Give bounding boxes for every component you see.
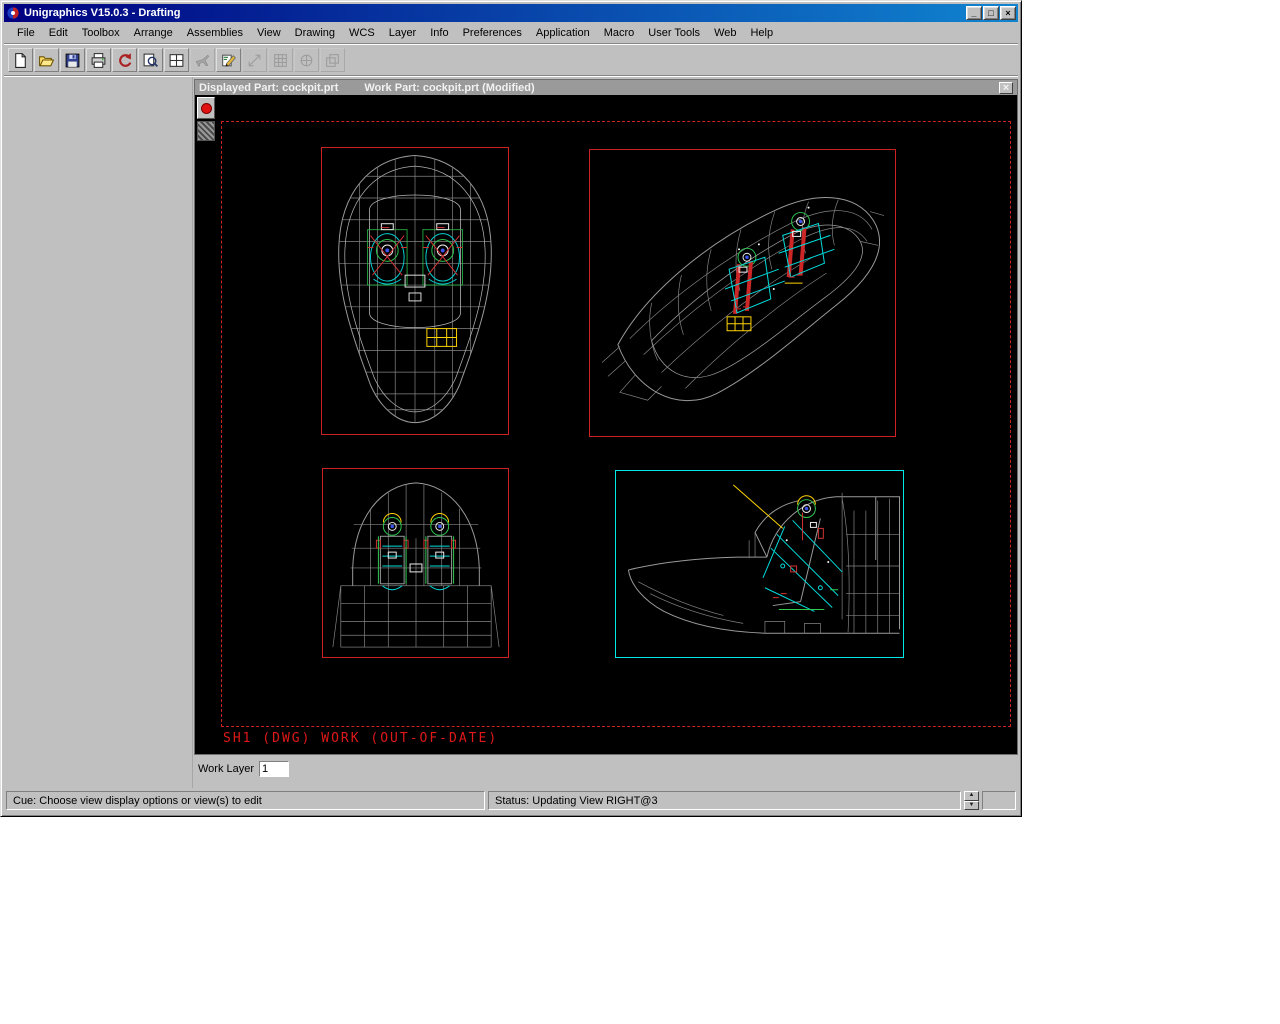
stacked-rects-icon	[324, 52, 341, 69]
undo-button[interactable]	[112, 48, 137, 72]
dimension-icon	[246, 52, 263, 69]
app-icon	[6, 6, 20, 20]
tool-palette-panel	[4, 77, 193, 788]
menu-web[interactable]: Web	[707, 24, 743, 42]
new-icon	[12, 52, 29, 69]
work-layer-input[interactable]	[259, 761, 289, 777]
sheet-status-label: SH1 (DWG) WORK (OUT-OF-DATE)	[223, 731, 498, 746]
close-button[interactable]: ×	[1000, 6, 1016, 20]
undo-icon	[116, 52, 133, 69]
view-top[interactable]	[321, 147, 509, 435]
menu-layer[interactable]: Layer	[382, 24, 424, 42]
airplane-part-button	[190, 48, 215, 72]
view-isometric[interactable]	[589, 149, 896, 437]
zoom-icon	[142, 52, 159, 69]
stacked-views-button	[320, 48, 345, 72]
menu-view[interactable]: View	[250, 24, 288, 42]
maximize-icon: □	[988, 7, 993, 19]
menu-bar: File Edit Toolbox Arrange Assemblies Vie…	[4, 22, 1018, 43]
views-layout-button[interactable]	[164, 48, 189, 72]
scroll-down-icon: ▼	[969, 802, 975, 809]
menu-arrange[interactable]: Arrange	[127, 24, 180, 42]
window-title: Unigraphics V15.0.3 - Drafting	[24, 7, 962, 19]
graphics-window-close-button[interactable]: ×	[999, 82, 1013, 94]
view-front[interactable]	[322, 468, 509, 658]
record-control[interactable]	[197, 97, 215, 119]
drafting-pen-button[interactable]	[216, 48, 241, 72]
menu-toolbox[interactable]: Toolbox	[75, 24, 127, 42]
work-layer-row: Work Layer	[198, 759, 289, 779]
drafting-pen-icon	[220, 52, 237, 69]
grid-icon	[272, 52, 289, 69]
minimize-button[interactable]: _	[966, 6, 982, 20]
save-icon	[64, 52, 81, 69]
menu-preferences[interactable]: Preferences	[456, 24, 529, 42]
print-icon	[90, 52, 107, 69]
new-button[interactable]	[8, 48, 33, 72]
menu-user-tools[interactable]: User Tools	[641, 24, 707, 42]
status-bar: Cue: Choose view display options or view…	[4, 788, 1018, 813]
print-button[interactable]	[86, 48, 111, 72]
menu-help[interactable]: Help	[743, 24, 780, 42]
menu-file[interactable]: File	[10, 24, 42, 42]
circle-icon	[298, 52, 315, 69]
view-right[interactable]	[615, 470, 904, 658]
menu-macro[interactable]: Macro	[597, 24, 642, 42]
views-layout-icon	[168, 52, 185, 69]
top-view-drawing	[322, 148, 508, 434]
menu-drawing[interactable]: Drawing	[288, 24, 342, 42]
app-window: Unigraphics V15.0.3 - Drafting _ □ × Fil…	[0, 0, 1022, 817]
open-button[interactable]	[34, 48, 59, 72]
menu-edit[interactable]: Edit	[42, 24, 75, 42]
toolbar	[4, 45, 1018, 75]
status-scroll-control[interactable]: ▲ ▼	[964, 791, 979, 810]
graphics-window[interactable]: Displayed Part: cockpit.prt Work Part: c…	[194, 79, 1018, 755]
status-text: Status: Updating View RIGHT@3	[495, 795, 658, 807]
graphics-window-header[interactable]: Displayed Part: cockpit.prt Work Part: c…	[195, 80, 1017, 95]
displayed-part-label: Displayed Part: cockpit.prt	[199, 82, 338, 94]
circle-tool-button	[294, 48, 319, 72]
status-end-panel	[982, 791, 1016, 810]
scroll-up-icon: ▲	[969, 792, 975, 799]
close-icon: ×	[1005, 7, 1010, 19]
minimize-icon: _	[971, 7, 976, 19]
title-bar[interactable]: Unigraphics V15.0.3 - Drafting _ □ ×	[4, 4, 1018, 22]
zoom-view-button[interactable]	[138, 48, 163, 72]
menu-assemblies[interactable]: Assemblies	[180, 24, 250, 42]
graphics-canvas[interactable]: SH1 (DWG) WORK (OUT-OF-DATE)	[195, 95, 1017, 754]
work-part-label: Work Part: cockpit.prt (Modified)	[364, 82, 534, 94]
menu-info[interactable]: Info	[423, 24, 455, 42]
dimension-button	[242, 48, 267, 72]
right-view-drawing	[616, 471, 903, 657]
front-view-drawing	[323, 469, 508, 657]
cue-text: Cue: Choose view display options or view…	[13, 795, 262, 807]
open-icon	[38, 52, 55, 69]
status-panel: Status: Updating View RIGHT@3	[488, 791, 961, 810]
menu-wcs[interactable]: WCS	[342, 24, 382, 42]
cue-panel: Cue: Choose view display options or view…	[6, 791, 485, 810]
scroll-up-button[interactable]: ▲	[964, 791, 979, 801]
work-layer-label: Work Layer	[198, 763, 254, 775]
graphics-close-icon: ×	[1003, 83, 1009, 93]
maximize-button[interactable]: □	[983, 6, 999, 20]
airplane-icon	[194, 52, 211, 69]
menu-application[interactable]: Application	[529, 24, 597, 42]
scroll-down-button[interactable]: ▼	[964, 801, 979, 811]
workspace: Displayed Part: cockpit.prt Work Part: c…	[4, 77, 1018, 788]
save-button[interactable]	[60, 48, 85, 72]
isometric-view-drawing	[590, 150, 895, 436]
grid-button	[268, 48, 293, 72]
record-dot-icon	[201, 103, 212, 114]
hatch-grip[interactable]	[197, 121, 215, 141]
